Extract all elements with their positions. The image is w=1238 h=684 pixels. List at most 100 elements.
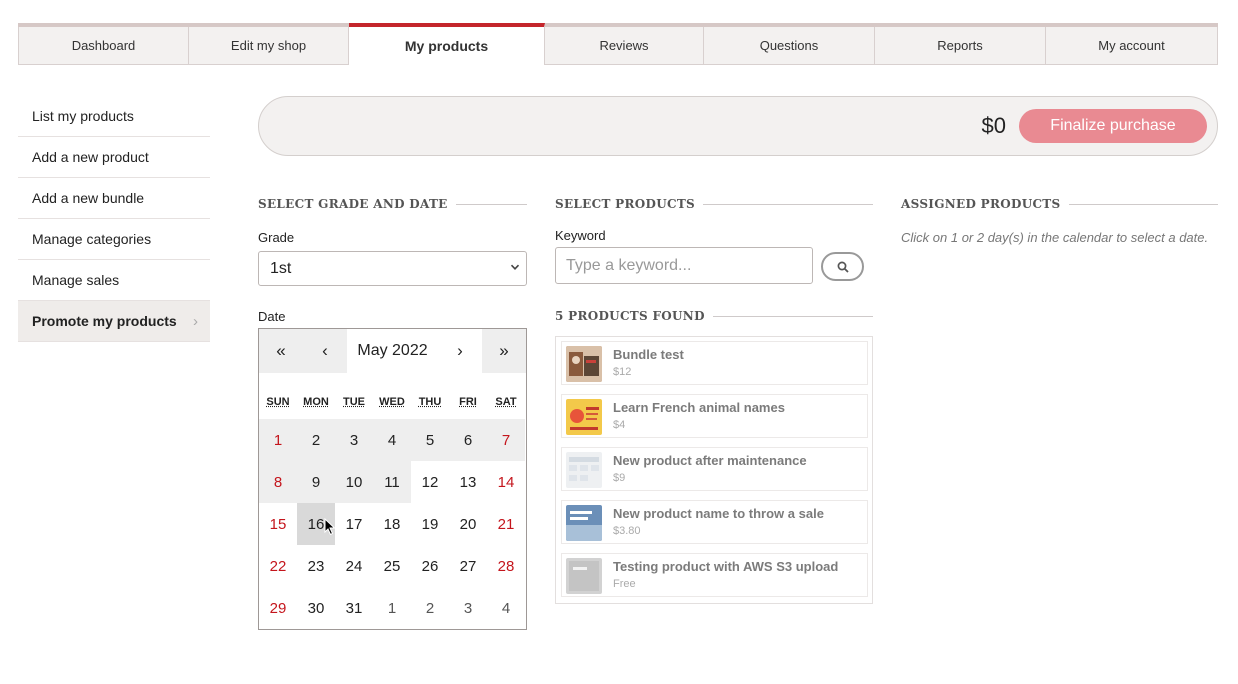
product-name: Learn French animal names [613, 400, 785, 415]
calendar-day[interactable]: 1 [259, 419, 297, 461]
product-thumbnail [566, 399, 602, 435]
calendar-day[interactable]: 13 [449, 461, 487, 503]
sidebar-item-promote-products[interactable]: Promote my products › [18, 301, 210, 342]
calendar-day[interactable]: 23 [297, 545, 335, 587]
section-heading-products-found: 5 PRODUCTS FOUND [555, 309, 873, 323]
tab-questions[interactable]: Questions [704, 27, 875, 65]
sidebar-item-add-bundle[interactable]: Add a new bundle [18, 178, 210, 219]
calendar-day[interactable]: 25 [373, 545, 411, 587]
sidebar: List my products Add a new product Add a… [18, 96, 210, 342]
calendar-day[interactable]: 3 [335, 419, 373, 461]
assigned-products-note: Click on 1 or 2 day(s) in the calendar t… [901, 230, 1209, 245]
date-label: Date [258, 309, 286, 324]
finalize-purchase-button[interactable]: Finalize purchase [1019, 109, 1207, 143]
sidebar-item-label: Add a new product [32, 149, 149, 165]
purchase-total: $0 [981, 113, 1006, 138]
calendar-weekday-label: MON [303, 396, 329, 408]
search-button[interactable] [821, 252, 864, 281]
tab-my-account[interactable]: My account [1046, 27, 1218, 65]
sidebar-item-list-products[interactable]: List my products [18, 96, 210, 137]
calendar-day[interactable]: 19 [411, 503, 449, 545]
calendar-day[interactable]: 12 [411, 461, 449, 503]
calendar-day[interactable]: 22 [259, 545, 297, 587]
product-price: Free [613, 578, 636, 590]
calendar-next-month-button[interactable]: › [438, 329, 482, 373]
calendar-day[interactable]: 27 [449, 545, 487, 587]
product-thumbnail [566, 505, 602, 541]
keyword-label: Keyword [555, 228, 606, 243]
calendar-day[interactable]: 17 [335, 503, 373, 545]
calendar-day[interactable]: 1 [373, 587, 411, 629]
list-item[interactable]: New product after maintenance $9 [561, 447, 868, 491]
calendar-day[interactable]: 7 [487, 419, 525, 461]
section-heading-select-products: SELECT PRODUCTS [555, 197, 873, 211]
calendar-day[interactable]: 9 [297, 461, 335, 503]
sidebar-item-label: Add a new bundle [32, 190, 145, 206]
calendar-day[interactable]: 24 [335, 545, 373, 587]
calendar-day[interactable]: 29 [259, 587, 297, 629]
grade-label: Grade [258, 230, 295, 245]
calendar-day[interactable]: 18 [373, 503, 411, 545]
tab-reviews[interactable]: Reviews [545, 27, 704, 65]
tab-dashboard[interactable]: Dashboard [18, 27, 189, 65]
calendar-day[interactable]: 8 [259, 461, 297, 503]
product-price: $12 [613, 366, 632, 378]
calendar-day[interactable]: 31 [335, 587, 373, 629]
chevron-right-icon: › [193, 313, 198, 330]
purchase-bar: $0 Finalize purchase [258, 96, 1218, 156]
calendar-month-title[interactable]: May 2022 [347, 329, 438, 373]
list-item[interactable]: Testing product with AWS S3 upload Free [561, 553, 868, 597]
calendar-day[interactable]: 6 [449, 419, 487, 461]
mouse-cursor-icon [324, 518, 336, 536]
calendar-day[interactable]: 28 [487, 545, 525, 587]
sidebar-item-add-product[interactable]: Add a new product [18, 137, 210, 178]
sidebar-item-manage-sales[interactable]: Manage sales [18, 260, 210, 301]
sidebar-item-label: Promote my products [32, 313, 177, 329]
product-name: New product name to throw a sale [613, 506, 824, 521]
grade-select[interactable]: 1st [258, 251, 527, 286]
calendar-day[interactable]: 4 [487, 587, 525, 629]
calendar-prev-month-button[interactable]: ‹ [303, 329, 347, 373]
calendar-day[interactable]: 14 [487, 461, 525, 503]
sidebar-item-label: Manage categories [32, 231, 152, 247]
section-heading-grade-date: SELECT GRADE AND DATE [258, 197, 527, 211]
calendar-day[interactable]: 10 [335, 461, 373, 503]
sidebar-item-label: Manage sales [32, 272, 120, 288]
calendar-day[interactable]: 30 [297, 587, 335, 629]
search-icon [837, 261, 849, 273]
calendar-day[interactable]: 2 [411, 587, 449, 629]
calendar-day[interactable]: 26 [411, 545, 449, 587]
grade-select-value: 1st [270, 259, 292, 277]
product-name: Bundle test [613, 347, 684, 362]
tab-reports[interactable]: Reports [875, 27, 1046, 65]
calendar-weekday-label: THU [418, 396, 442, 408]
sidebar-item-manage-categories[interactable]: Manage categories [18, 219, 210, 260]
list-item[interactable]: Bundle test $12 [561, 341, 868, 385]
section-heading-assigned-products: ASSIGNED PRODUCTS [901, 197, 1218, 211]
calendar-day[interactable]: 15 [259, 503, 297, 545]
list-item[interactable]: New product name to throw a sale $3.80 [561, 500, 868, 544]
calendar-day[interactable]: 5 [411, 419, 449, 461]
calendar-next-year-button[interactable]: » [482, 329, 526, 373]
tab-edit-my-shop[interactable]: Edit my shop [189, 27, 349, 65]
calendar-day[interactable]: 4 [373, 419, 411, 461]
calendar-day[interactable]: 20 [449, 503, 487, 545]
product-thumbnail [566, 558, 602, 594]
sidebar-item-label: List my products [32, 108, 134, 124]
calendar-day[interactable]: 21 [487, 503, 525, 545]
list-item[interactable]: Learn French animal names $4 [561, 394, 868, 438]
product-list: Bundle test $12 Learn French animal name… [555, 336, 873, 604]
tab-my-products[interactable]: My products [349, 23, 545, 65]
top-tab-bar: Dashboard Edit my shop My products Revie… [18, 23, 1218, 65]
calendar-prev-year-button[interactable]: « [259, 329, 303, 373]
product-thumbnail [566, 452, 602, 488]
calendar-weekday-label: WED [379, 396, 405, 408]
calendar-day[interactable]: 11 [373, 461, 411, 503]
calendar: « ‹ May 2022 › » SUN MON TUE WED THU FRI SAT 1… [258, 328, 527, 630]
keyword-input[interactable]: Type a keyword... [555, 247, 813, 284]
calendar-weekday-label: SUN [266, 396, 290, 408]
product-price: $3.80 [613, 525, 641, 537]
product-thumbnail [566, 346, 602, 382]
calendar-day[interactable]: 3 [449, 587, 487, 629]
calendar-day[interactable]: 2 [297, 419, 335, 461]
